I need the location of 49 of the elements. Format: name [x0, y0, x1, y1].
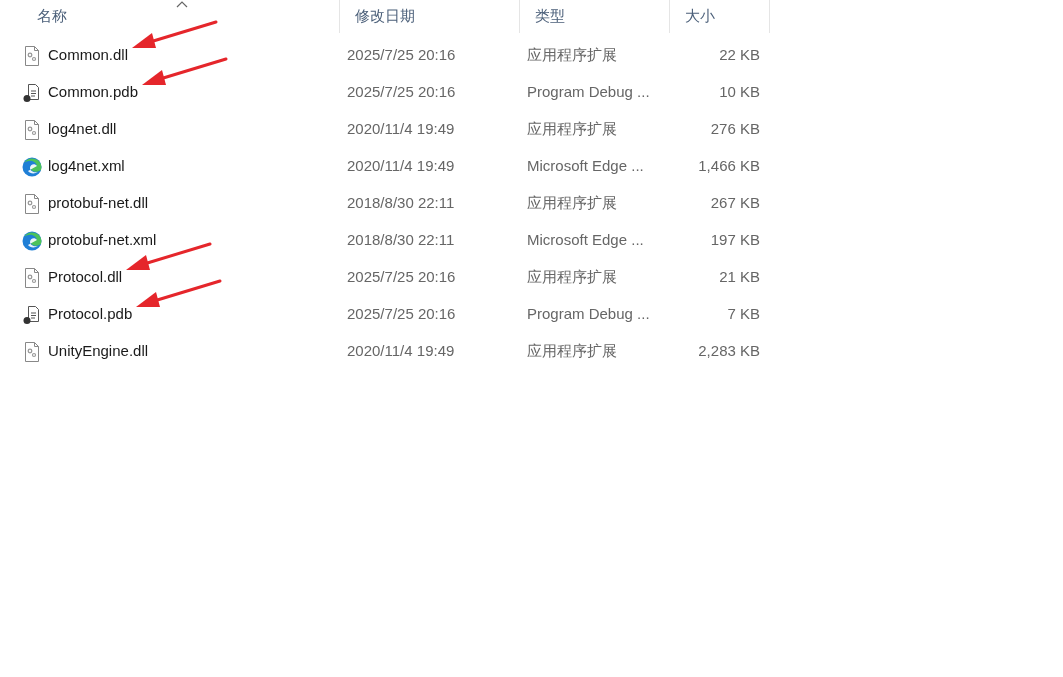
- file-name: Protocol.dll: [48, 268, 123, 286]
- file-gear-icon: [22, 267, 42, 288]
- browser-icon: [22, 230, 42, 251]
- modified-date: 2025/7/25 20:16: [347, 45, 456, 66]
- modified-date: 2020/11/4 19:49: [347, 119, 455, 140]
- file-name: Common.dll: [48, 46, 129, 64]
- file-type: Program Debug ...: [527, 82, 650, 103]
- file-gear-icon: [22, 45, 42, 66]
- modified-date: 2020/11/4 19:49: [347, 156, 455, 177]
- file-size: 2,283 KB: [698, 341, 760, 362]
- file-name: log4net.xml: [48, 157, 125, 175]
- document-icon: [22, 82, 42, 103]
- column-header[interactable]: 类型: [520, 0, 670, 33]
- file-gear-icon: [22, 119, 42, 140]
- column-header[interactable]: 名称: [22, 0, 340, 33]
- file-name: log4net.dll: [48, 120, 117, 138]
- file-name: protobuf-net.dll: [48, 194, 149, 212]
- file-size: 10 KB: [719, 82, 760, 103]
- file-name: Common.pdb: [48, 83, 139, 101]
- file-gear-icon: [22, 193, 42, 214]
- file-name: UnityEngine.dll: [48, 342, 149, 360]
- file-type: 应用程序扩展: [527, 193, 617, 214]
- file-type: 应用程序扩展: [527, 341, 617, 362]
- column-header[interactable]: 修改日期: [340, 0, 520, 33]
- file-type: 应用程序扩展: [527, 119, 617, 140]
- file-type: Microsoft Edge ...: [527, 156, 644, 177]
- modified-date: 2020/11/4 19:49: [347, 341, 455, 362]
- file-name: protobuf-net.xml: [48, 231, 157, 249]
- file-type: 应用程序扩展: [527, 267, 617, 288]
- file-size: 197 KB: [710, 230, 760, 251]
- file-type: 应用程序扩展: [527, 45, 617, 66]
- file-type: Microsoft Edge ...: [527, 230, 644, 251]
- modified-date: 2018/8/30 22:11: [347, 230, 455, 251]
- modified-date: 2025/7/25 20:16: [347, 304, 456, 325]
- document-icon: [22, 304, 42, 325]
- file-size: 276 KB: [710, 119, 760, 140]
- file-type: Program Debug ...: [527, 304, 650, 325]
- modified-date: 2018/8/30 22:11: [347, 193, 455, 214]
- column-header[interactable]: 大小: [670, 0, 770, 33]
- file-name: Protocol.pdb: [48, 305, 133, 323]
- modified-date: 2025/7/25 20:16: [347, 267, 456, 288]
- file-gear-icon: [22, 341, 42, 362]
- modified-date: 2025/7/25 20:16: [347, 82, 456, 103]
- file-size: 1,466 KB: [698, 156, 760, 177]
- file-size: 7 KB: [727, 304, 760, 325]
- browser-icon: [22, 156, 42, 177]
- file-size: 22 KB: [719, 45, 760, 66]
- file-size: 21 KB: [719, 267, 760, 288]
- file-size: 267 KB: [710, 193, 760, 214]
